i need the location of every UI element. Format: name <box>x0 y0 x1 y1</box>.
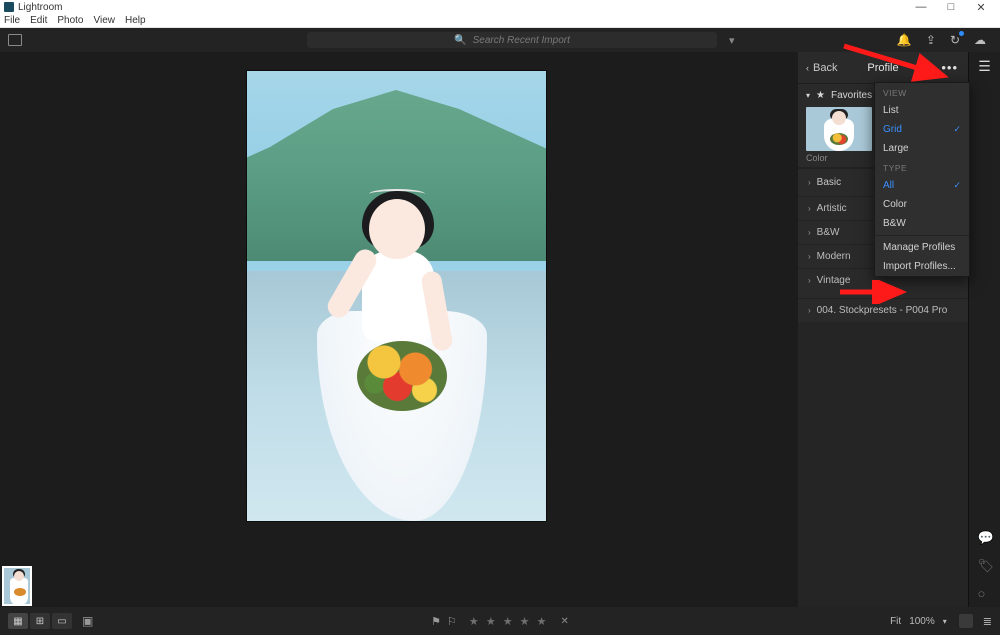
flag-pick-icon[interactable]: ⚑ <box>431 615 441 628</box>
star-icon: ★ <box>816 90 825 101</box>
main-area: ‹ Back Profile ••• ▾ ★ Favorites Color <box>0 52 1000 607</box>
app-title: Lightroom <box>18 2 62 13</box>
photo-preview[interactable] <box>246 70 547 522</box>
circle-icon[interactable]: ○ <box>977 586 994 601</box>
dropdown-item-manage-profiles[interactable]: Manage Profiles <box>875 238 969 257</box>
chevron-right-icon: › <box>808 276 811 285</box>
window-close-button[interactable]: ✕ <box>966 1 996 14</box>
view-square-button[interactable]: ⊞ <box>30 613 50 629</box>
right-panels: ‹ Back Profile ••• ▾ ★ Favorites Color <box>798 52 1000 607</box>
dropdown-item-large[interactable]: Large <box>875 139 969 158</box>
dropdown-item-bw[interactable]: B&W <box>875 214 969 233</box>
thumb-label: Color <box>806 153 872 163</box>
flag-unpick-icon[interactable]: ⚐ <box>447 615 457 628</box>
menu-bar: File Edit Photo View Help <box>0 14 1000 28</box>
title-bar: Lightroom — □ ✕ <box>0 0 1000 14</box>
fit-label: Fit <box>890 616 901 627</box>
bottom-center-controls: ⚑ ⚐ ★ ★ ★ ★ ★ ✕ <box>431 615 569 628</box>
dropdown-item-grid[interactable]: Grid✓ <box>875 120 969 139</box>
chevron-down-icon: ▾ <box>806 91 810 100</box>
annotation-arrow-to-more <box>840 40 970 90</box>
chevron-right-icon: › <box>808 228 811 237</box>
reject-icon[interactable]: ✕ <box>560 616 568 627</box>
chevron-right-icon: › <box>808 204 811 213</box>
left-panel-toggle-icon[interactable] <box>8 34 22 46</box>
menu-photo[interactable]: Photo <box>57 15 83 26</box>
filmstrip-toggle-icon[interactable]: ≣ <box>983 615 992 628</box>
back-button[interactable]: ‹ Back <box>806 62 837 74</box>
search-input[interactable]: 🔍 Search Recent Import <box>307 32 717 48</box>
app-icon <box>4 2 14 12</box>
menu-help[interactable]: Help <box>125 15 146 26</box>
chevron-right-icon: › <box>808 252 811 261</box>
search-placeholder: Search Recent Import <box>473 35 570 46</box>
right-action-icons: 💬 🏷 ○ <box>977 530 994 601</box>
profile-options-menu: VIEW List Grid✓ Large TYPE All✓ Color B&… <box>874 82 970 277</box>
section-label: Artistic <box>817 203 847 214</box>
view-single-button[interactable]: ▭ <box>52 613 72 629</box>
view-mode-switch: ▦ ⊞ ▭ <box>8 613 72 629</box>
favorites-label: Favorites <box>831 90 872 101</box>
chevron-down-icon: ▾ <box>943 617 947 626</box>
annotation-arrow-to-import <box>838 280 918 304</box>
menu-view[interactable]: View <box>94 15 116 26</box>
dropdown-item-all[interactable]: All✓ <box>875 176 969 195</box>
check-icon: ✓ <box>953 124 961 135</box>
bottom-toolbar: ▦ ⊞ ▭ ▣ ⚑ ⚐ ★ ★ ★ ★ ★ ✕ Fit 100% ▾ ≣ <box>0 607 1000 635</box>
section-label: Basic <box>817 177 841 188</box>
chevron-left-icon: ‹ <box>806 63 809 73</box>
profile-panel: ‹ Back Profile ••• ▾ ★ Favorites Color <box>798 52 968 607</box>
profile-thumb-color[interactable]: Color <box>806 107 872 163</box>
menu-file[interactable]: File <box>4 15 20 26</box>
cloud-sync-icon[interactable]: ☁ <box>974 33 986 47</box>
dropdown-type-header: TYPE <box>875 158 969 176</box>
section-label: 004. Stockpresets - P004 Pro <box>817 305 948 316</box>
search-icon: 🔍 <box>454 35 466 46</box>
filmstrip-thumbnail[interactable] <box>2 566 32 606</box>
zoom-value: 100% <box>909 616 935 627</box>
check-icon: ✓ <box>953 180 961 191</box>
dropdown-item-import-profiles[interactable]: Import Profiles... <box>875 257 969 276</box>
filter-icon[interactable]: ▾ <box>729 34 735 47</box>
view-grid-button[interactable]: ▦ <box>8 613 28 629</box>
edit-tools-rail: ☰ <box>968 52 1000 607</box>
window-maximize-button[interactable]: □ <box>936 1 966 13</box>
info-panel-toggle[interactable] <box>959 614 973 628</box>
window-minimize-button[interactable]: — <box>906 1 936 13</box>
stack-icon[interactable]: ▣ <box>82 614 93 628</box>
edit-sliders-icon[interactable]: ☰ <box>978 58 991 75</box>
menu-edit[interactable]: Edit <box>30 15 47 26</box>
chevron-right-icon: › <box>808 178 811 187</box>
dropdown-item-color[interactable]: Color <box>875 195 969 214</box>
tag-icon[interactable]: 🏷 <box>977 558 994 574</box>
section-label: B&W <box>817 227 840 238</box>
chevron-right-icon: › <box>808 306 811 315</box>
rating-stars[interactable]: ★ ★ ★ ★ ★ <box>469 615 549 628</box>
back-label: Back <box>813 62 837 74</box>
dropdown-item-list[interactable]: List <box>875 101 969 120</box>
comment-icon[interactable]: 💬 <box>977 530 994 546</box>
canvas-area[interactable] <box>0 52 798 607</box>
section-label: Modern <box>817 251 851 262</box>
zoom-control[interactable]: Fit 100% ▾ <box>890 616 947 627</box>
